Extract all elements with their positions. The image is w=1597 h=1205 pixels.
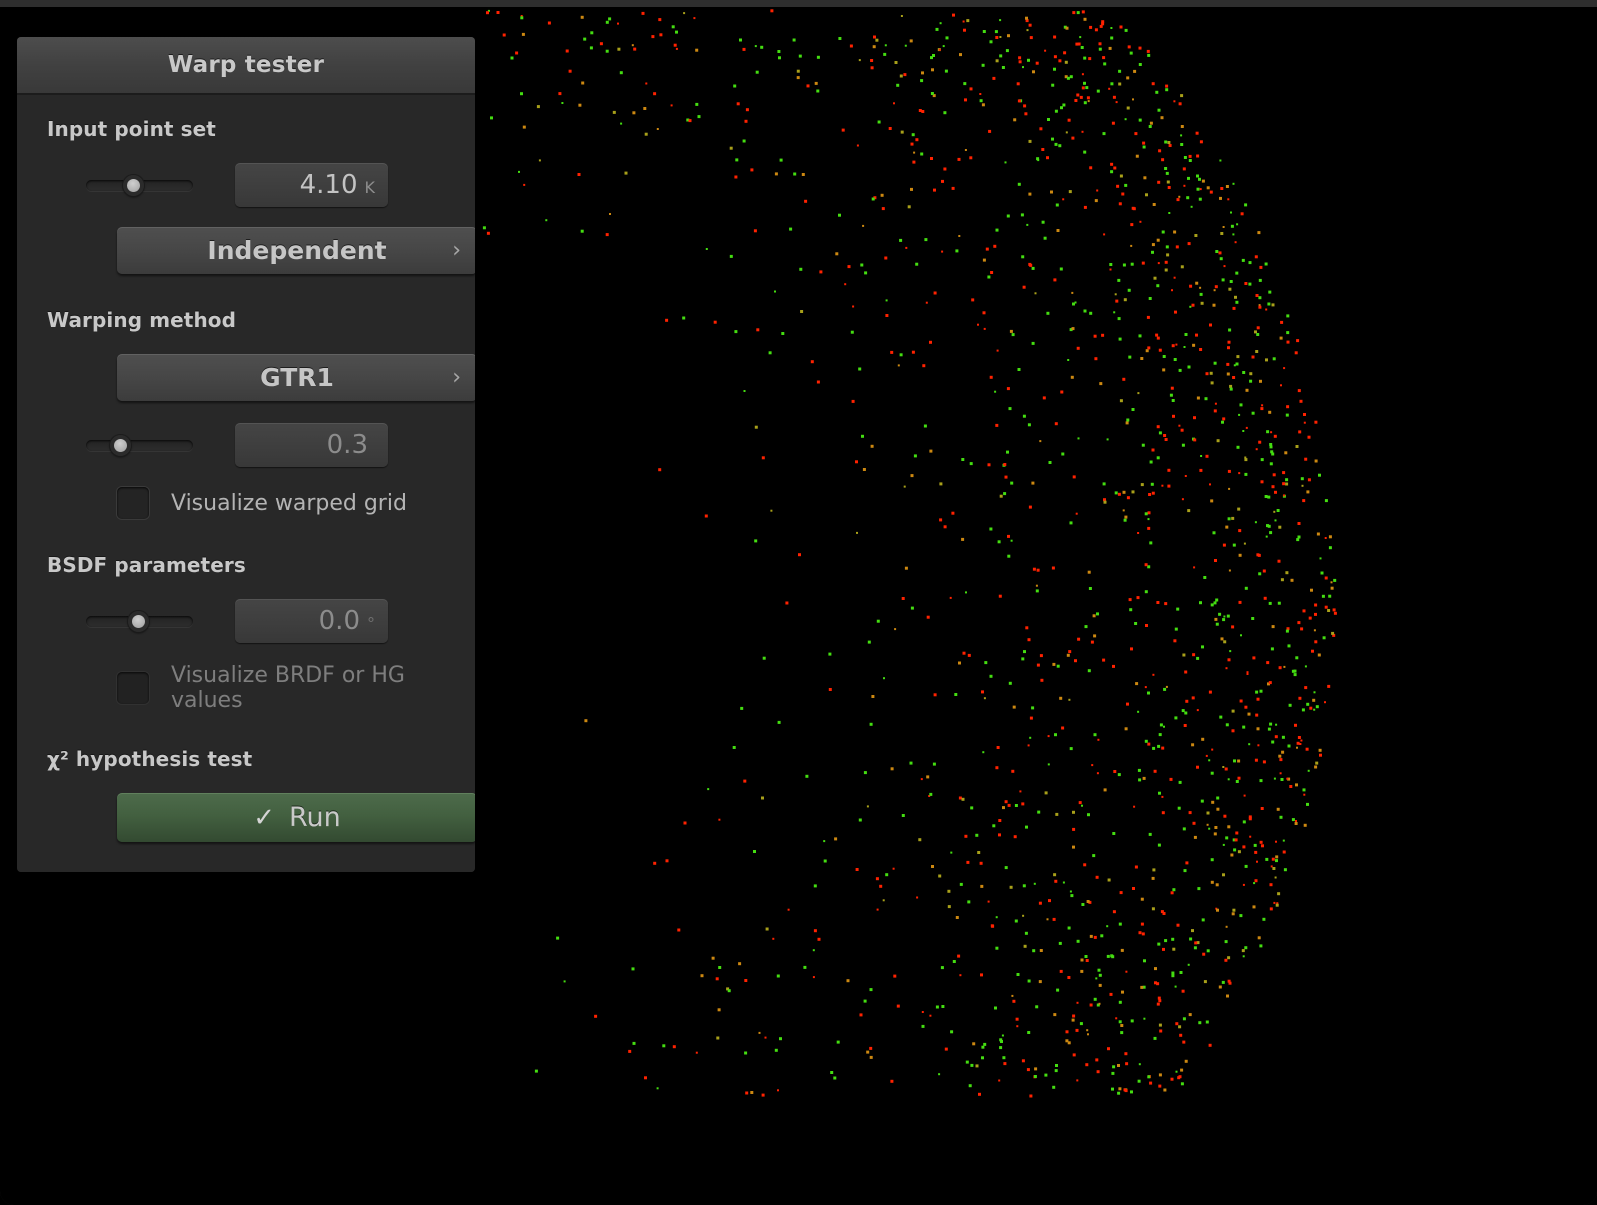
point-sampler-popup-label: Independent (207, 236, 387, 265)
checkmark-icon: ✓ (253, 802, 275, 833)
bsdf-parameter-textbox[interactable]: 0.0 ° (235, 599, 388, 643)
slider-knob[interactable] (110, 435, 131, 456)
bsdf-parameter-slider[interactable] (86, 607, 193, 635)
visualize-brdf-checkbox[interactable] (117, 672, 149, 704)
visualize-warped-grid-label: Visualize warped grid (171, 490, 407, 516)
input-point-set-slider[interactable] (86, 171, 193, 199)
warping-parameter-slider[interactable] (86, 431, 193, 459)
app-window: Warp tester Input point set 4.10 K Indep… (0, 0, 1597, 1205)
panel-body: Input point set 4.10 K Independent › War… (17, 95, 475, 872)
window-titlebar-strip (0, 0, 1597, 7)
bsdf-parameter-unit: ° (367, 614, 375, 633)
slider-knob[interactable] (128, 611, 149, 632)
visualize-warped-grid-row[interactable]: Visualize warped grid (117, 487, 445, 519)
slider-knob[interactable] (123, 175, 144, 196)
panel-title: Warp tester (167, 52, 325, 78)
warping-parameter-textbox[interactable]: 0.3 (235, 423, 388, 467)
visualize-brdf-row[interactable]: Visualize BRDF or HG values (117, 663, 445, 713)
chevron-right-icon: › (452, 237, 461, 263)
run-button-label: Run (289, 802, 341, 833)
section-header-chi-squared-test: χ² hypothesis test (47, 747, 253, 771)
bsdf-parameter-value: 0.0 (318, 606, 360, 636)
visualize-warped-grid-checkbox[interactable] (117, 487, 149, 519)
slider-track (86, 440, 193, 451)
warp-tester-panel: Warp tester Input point set 4.10 K Indep… (17, 37, 475, 872)
input-point-set-value: 4.10 (299, 170, 358, 200)
warping-parameter-value: 0.3 (326, 430, 368, 460)
run-button[interactable]: ✓ Run (117, 793, 475, 842)
section-header-input-point-set: Input point set (47, 117, 216, 141)
point-sampler-popup-button[interactable]: Independent › (117, 227, 475, 274)
warping-method-popup-label: GTR1 (260, 363, 334, 392)
section-header-warping-method: Warping method (47, 308, 237, 332)
input-point-set-slider-row: 4.10 K (47, 163, 445, 207)
warping-parameter-slider-row: 0.3 (47, 423, 445, 467)
visualize-brdf-label: Visualize BRDF or HG values (171, 663, 405, 713)
bsdf-parameter-slider-row: 0.0 ° (47, 599, 445, 643)
warping-method-popup-button[interactable]: GTR1 › (117, 354, 475, 401)
window-frame: Warp tester Input point set 4.10 K Indep… (0, 7, 1597, 1205)
chevron-right-icon: › (452, 364, 461, 390)
section-header-bsdf-parameters: BSDF parameters (47, 553, 246, 577)
input-point-set-textbox[interactable]: 4.10 K (235, 163, 388, 207)
input-point-set-unit: K (364, 178, 376, 197)
panel-titlebar[interactable]: Warp tester (17, 37, 475, 95)
